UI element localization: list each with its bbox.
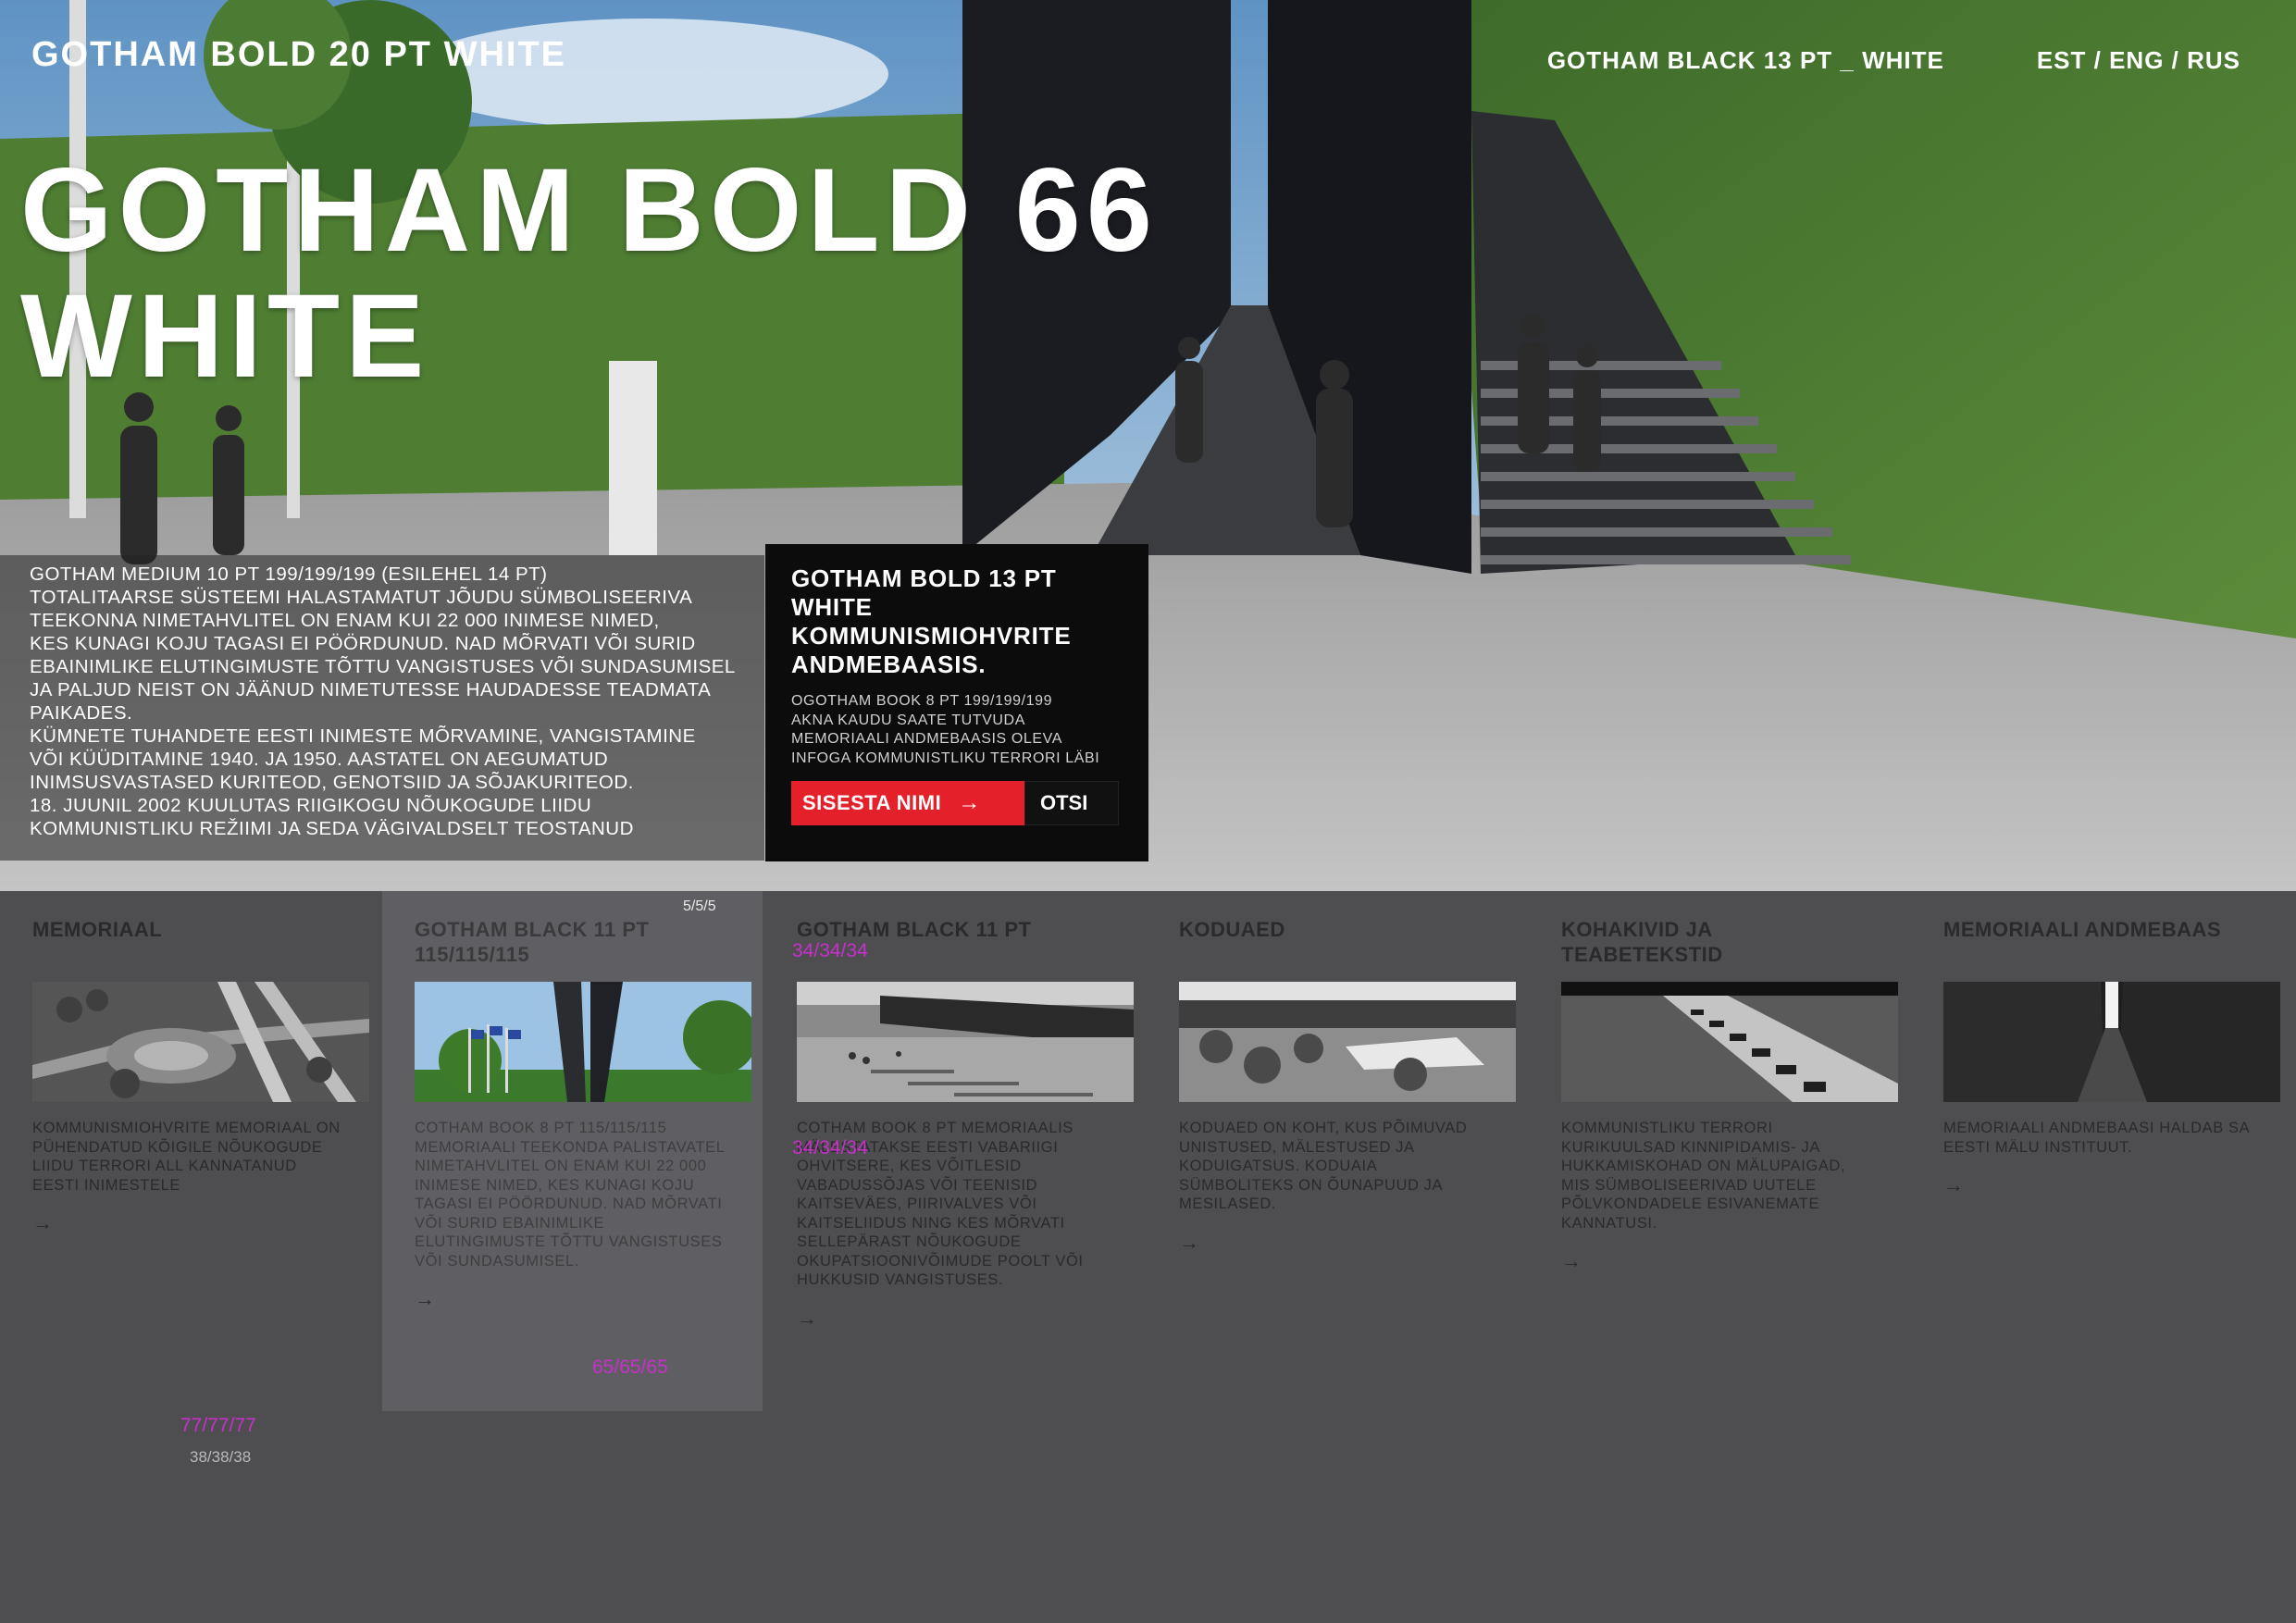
name-input[interactable]: SISESTA NIMI →: [791, 781, 1024, 825]
card-title: GOTHAM BLACK 11 PT 115/115/115: [415, 918, 650, 966]
arrow-right-icon[interactable]: →: [1943, 1173, 2259, 1197]
corridor-photo-icon[interactable]: [1943, 982, 2280, 1102]
hero-headline: GOTHAM BOLD 66 WHITE: [20, 148, 1158, 400]
intro-line: JA PALJUD NEIST ON JÄÄNUD NIMETUTESSE HA…: [30, 679, 712, 700]
card-kohakivid[interactable]: KOHAKIVID JA TEABETEKSTID KOMMUNISTLIKU …: [1529, 891, 1909, 1409]
arrow-right-icon[interactable]: →: [32, 1211, 348, 1235]
site-title[interactable]: GOTHAM BOLD 20 PT WHITE: [31, 35, 566, 75]
card-title: MEMORIAALI ANDMEBAAS: [1943, 918, 2222, 941]
card-body: COTHAM BOOK 8 PT 115/115/115 MEMORIAALI …: [415, 1120, 725, 1270]
search-box-desc-line: INFOGA KOMMUNISTLIKU TERRORI LÄBI: [791, 750, 1100, 766]
language-switcher[interactable]: EST / ENG / RUS: [2037, 46, 2240, 75]
arrow-right-icon[interactable]: →: [1179, 1231, 1495, 1255]
top-nav: GOTHAM BLACK 13 PT _ WHITE EST / ENG / R…: [1547, 46, 2240, 75]
hero-section: GOTHAM BOLD 20 PT WHITE GOTHAM BLACK 13 …: [0, 0, 2296, 891]
aerial-photo-icon[interactable]: [32, 982, 369, 1102]
card-title: KODUAED: [1179, 918, 1285, 941]
card-body: MEMORIAALI ANDMEBAASI HALDAB SA EESTI MÄ…: [1943, 1120, 2250, 1156]
search-row: SISESTA NIMI → OTSI: [791, 781, 1119, 825]
search-box-desc-line: MEMORIAALI ANDMEBAASIS OLEVA: [791, 731, 1063, 747]
name-input-placeholder: SISESTA NIMI: [802, 791, 942, 814]
search-button[interactable]: OTSI: [1024, 781, 1119, 825]
search-box-title-line: ANDMEBAASIS.: [791, 650, 987, 678]
intro-text-panel: GOTHAM MEDIUM 10 PT 199/199/199 (ESILEHE…: [0, 555, 764, 861]
search-box-desc-line: AKNA KAUDU SAATE TUTVUDA: [791, 712, 1025, 728]
card-title: MEMORIAAL: [32, 918, 163, 941]
annotation-color-label: 77/77/77: [180, 1415, 256, 1436]
intro-line: PAIKADES.: [30, 702, 133, 724]
search-box-desc-line: OGOTHAM BOOK 8 PT 199/199/199: [791, 693, 1053, 709]
card-body: KOMMUNISTLIKU TERRORI KURIKUULSAD KINNIP…: [1561, 1120, 1846, 1232]
card-memoriaal[interactable]: MEMORIAAL KOMMUNISMIOHVRITE MEMORIAAL ON…: [0, 891, 380, 1409]
card-title: KOHAKIVID JA TEABETEKSTID: [1561, 918, 1723, 966]
search-box-title-line: WHITE: [791, 593, 873, 621]
annotation-color-label: 34/34/34: [792, 1137, 868, 1158]
intro-line: INIMSUSVASTASED KURITEOD, GENOTSIID JA S…: [30, 772, 634, 793]
intro-line: 18. JUUNIL 2002 KUULUTAS RIIGIKOGU NÕUKO…: [30, 795, 592, 816]
victim-search-box: GOTHAM BOLD 13 PT WHITE KOMMUNISMIOHVRIT…: [765, 544, 1148, 861]
search-box-title-line: GOTHAM BOLD 13 PT: [791, 564, 1057, 592]
card-body: KODUAED ON KOHT, KUS PÕIMUVAD UNISTUSED,…: [1179, 1120, 1468, 1212]
intro-line: KÜMNETE TUHANDETE EESTI INIMESTE MÕRVAMI…: [30, 725, 696, 747]
annotation-color-label: 5/5/5: [683, 898, 716, 914]
annotation-color-label: 65/65/65: [592, 1357, 668, 1378]
nav-link[interactable]: GOTHAM BLACK 13 PT _ WHITE: [1547, 46, 1944, 75]
intro-line: KOMMUNISTLIKU REŽIIMI JA SEDA VÄGIVALDSE…: [30, 818, 634, 839]
intro-line: GOTHAM MEDIUM 10 PT 199/199/199 (ESILEHE…: [30, 564, 548, 585]
intro-line: TEEKONNA NIMETAHVLITEL ON ENAM KUI 22 00…: [30, 610, 660, 631]
arrow-right-icon[interactable]: →: [797, 1307, 1112, 1331]
section-cards: MEMORIAAL KOMMUNISMIOHVRITE MEMORIAAL ON…: [0, 891, 2296, 1623]
intro-line: VÕI KÜÜDITAMINE 1940. JA 1950. AASTATEL …: [30, 749, 609, 770]
card-andmebaas[interactable]: MEMORIAALI ANDMEBAAS MEMORIAALI ANDMEBAA…: [1911, 891, 2291, 1409]
intro-line: KES KUNAGI KOJU TAGASI EI PÖÖRDUNUD. NAD…: [30, 633, 696, 654]
plaza-photo-icon[interactable]: [797, 982, 1134, 1102]
intro-line: TOTALITAARSE SÜSTEEMI HALASTAMATUT JÕUDU…: [30, 587, 693, 608]
intro-line: EBAINIMLIKE ELUTINGIMUSTE TÕTTU VANGISTU…: [30, 656, 736, 677]
card-body: KOMMUNISMIOHVRITE MEMORIAAL ON PÜHENDATU…: [32, 1120, 341, 1194]
flags-photo-icon[interactable]: [415, 982, 751, 1102]
hero-headline-line-2: WHITE: [20, 270, 430, 403]
card-koduaed[interactable]: KODUAED KODUAED ON KOHT, KUS PÕIMUVAD UN…: [1147, 891, 1527, 1409]
annotation-color-label: 38/38/38: [190, 1448, 252, 1466]
stones-photo-icon[interactable]: [1561, 982, 1898, 1102]
search-box-title: GOTHAM BOLD 13 PT WHITE KOMMUNISMIOHVRIT…: [791, 564, 1123, 679]
hero-headline-line-1: GOTHAM BOLD 66: [20, 144, 1158, 277]
search-box-description: OGOTHAM BOOK 8 PT 199/199/199 AKNA KAUDU…: [791, 692, 1123, 768]
arrow-right-icon[interactable]: →: [1561, 1249, 1877, 1273]
arrow-right-icon[interactable]: →: [415, 1287, 730, 1311]
arrow-right-icon: →: [958, 790, 981, 815]
search-box-title-line: KOMMUNISMIOHVRITE: [791, 622, 1072, 650]
card-teekond[interactable]: GOTHAM BLACK 11 PT 115/115/115 COTHAM BO…: [382, 891, 763, 1411]
annotation-color-label: 34/34/34: [792, 940, 868, 961]
garden-photo-icon[interactable]: [1179, 982, 1516, 1102]
